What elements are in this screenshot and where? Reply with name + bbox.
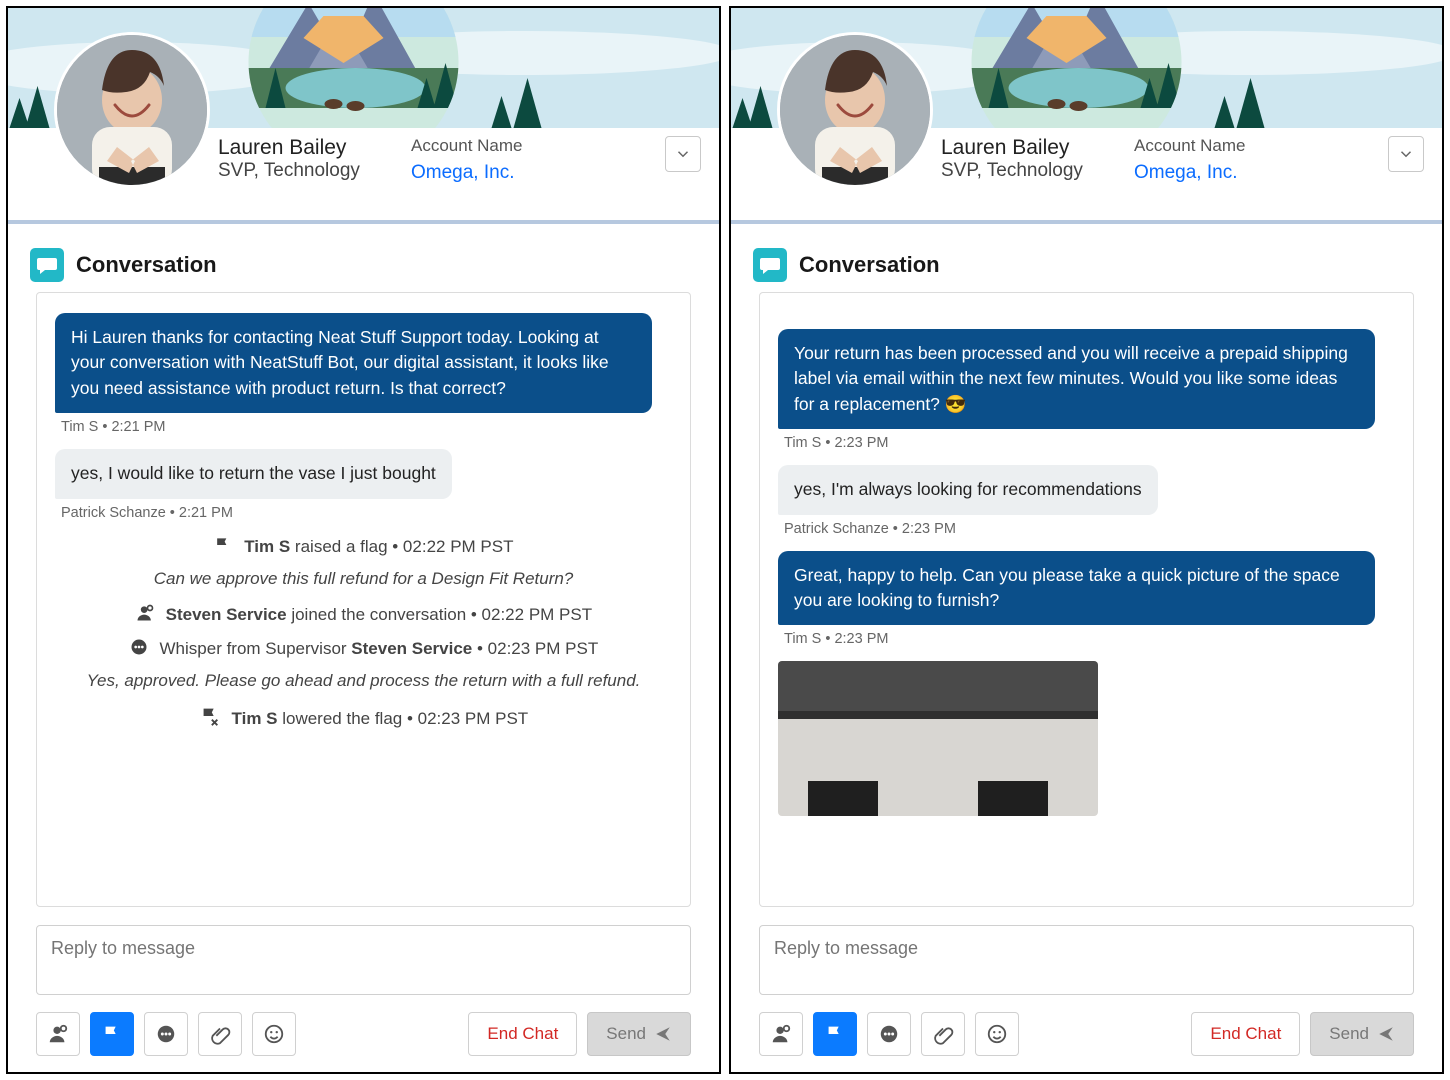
message-text: Hi Lauren thanks for contacting Neat Stu… bbox=[55, 313, 652, 413]
flag-icon bbox=[101, 1023, 123, 1045]
expand-button[interactable] bbox=[665, 136, 701, 172]
system-flag-lowered: Tim S lowered the flag • 02:23 PM PST bbox=[51, 705, 676, 729]
flag-button[interactable] bbox=[90, 1012, 134, 1056]
whisper-icon bbox=[155, 1023, 177, 1045]
agent-message: Your return has been processed and you w… bbox=[778, 329, 1395, 451]
emoji-icon bbox=[986, 1023, 1008, 1045]
flag-note: Can we approve this full refund for a De… bbox=[51, 569, 676, 589]
conversation-title: Conversation bbox=[76, 252, 217, 278]
whisper-button[interactable] bbox=[867, 1012, 911, 1056]
send-icon bbox=[654, 1025, 672, 1043]
user-join-icon bbox=[135, 603, 155, 623]
contact-avatar bbox=[54, 32, 210, 188]
user-transfer-icon bbox=[770, 1023, 792, 1045]
expand-button[interactable] bbox=[1388, 136, 1424, 172]
send-label: Send bbox=[1329, 1024, 1369, 1044]
message-text: yes, I'm always looking for recommendati… bbox=[778, 465, 1158, 514]
customer-message: yes, I'm always looking for recommendati… bbox=[778, 465, 1395, 536]
whisper-button[interactable] bbox=[144, 1012, 188, 1056]
flag-lowered-icon bbox=[199, 705, 221, 727]
chevron-down-icon bbox=[674, 145, 692, 163]
conversation-header: Conversation bbox=[731, 224, 1442, 292]
message-thread: Your return has been processed and you w… bbox=[759, 292, 1414, 907]
message-thread: Hi Lauren thanks for contacting Neat Stu… bbox=[36, 292, 691, 907]
message-meta: Tim S • 2:23 PM bbox=[784, 631, 1389, 647]
account-link[interactable]: Omega, Inc. bbox=[411, 162, 523, 184]
contact-title: SVP, Technology bbox=[218, 160, 393, 182]
emoji-icon bbox=[263, 1023, 285, 1045]
message-meta: Tim S • 2:21 PM bbox=[61, 419, 666, 435]
whisper-icon bbox=[129, 637, 149, 657]
message-composer bbox=[759, 925, 1414, 1000]
attached-image[interactable] bbox=[778, 661, 1098, 816]
end-chat-button[interactable]: End Chat bbox=[1191, 1012, 1300, 1056]
contact-title: SVP, Technology bbox=[941, 160, 1116, 182]
send-icon bbox=[1377, 1025, 1395, 1043]
emoji-button[interactable] bbox=[252, 1012, 296, 1056]
emoji-button[interactable] bbox=[975, 1012, 1019, 1056]
send-button[interactable]: Send bbox=[1310, 1012, 1414, 1056]
agent-message: Great, happy to help. Can you please tak… bbox=[778, 551, 1395, 648]
chat-panel-left: Lauren Bailey SVP, Technology Account Na… bbox=[6, 6, 721, 1074]
conversation-header: Conversation bbox=[8, 224, 719, 292]
conversation-icon bbox=[30, 248, 64, 282]
reply-input[interactable] bbox=[36, 925, 691, 995]
account-label: Account Name bbox=[411, 136, 523, 156]
attach-button[interactable] bbox=[198, 1012, 242, 1056]
send-button[interactable]: Send bbox=[587, 1012, 691, 1056]
agent-message: Hi Lauren thanks for contacting Neat Stu… bbox=[55, 313, 672, 435]
hero-banner bbox=[731, 8, 1442, 128]
attach-button[interactable] bbox=[921, 1012, 965, 1056]
conversation-icon bbox=[753, 248, 787, 282]
send-label: Send bbox=[606, 1024, 646, 1044]
contact-avatar bbox=[777, 32, 933, 188]
whisper-icon bbox=[878, 1023, 900, 1045]
message-text: Your return has been processed and you w… bbox=[778, 329, 1375, 429]
system-user-joined: Steven Service joined the conversation •… bbox=[51, 603, 676, 625]
contact-name: Lauren Bailey bbox=[941, 136, 1116, 160]
transfer-button[interactable] bbox=[36, 1012, 80, 1056]
user-transfer-icon bbox=[47, 1023, 69, 1045]
message-text: Great, happy to help. Can you please tak… bbox=[778, 551, 1375, 626]
system-whisper: Whisper from Supervisor Steven Service •… bbox=[51, 637, 676, 659]
customer-message: yes, I would like to return the vase I j… bbox=[55, 449, 672, 520]
whisper-note: Yes, approved. Please go ahead and proce… bbox=[51, 671, 676, 691]
conversation-title: Conversation bbox=[799, 252, 940, 278]
chevron-down-icon bbox=[1397, 145, 1415, 163]
account-link[interactable]: Omega, Inc. bbox=[1134, 162, 1246, 184]
paperclip-icon bbox=[932, 1023, 954, 1045]
flag-icon bbox=[213, 535, 233, 555]
message-composer bbox=[36, 925, 691, 1000]
composer-toolbar: End Chat Send bbox=[759, 1012, 1414, 1056]
reply-input[interactable] bbox=[759, 925, 1414, 995]
hero-banner bbox=[8, 8, 719, 128]
message-text: yes, I would like to return the vase I j… bbox=[55, 449, 452, 498]
flag-icon bbox=[824, 1023, 846, 1045]
paperclip-icon bbox=[209, 1023, 231, 1045]
system-flag-raised: Tim S raised a flag • 02:22 PM PST bbox=[51, 535, 676, 557]
transfer-button[interactable] bbox=[759, 1012, 803, 1056]
chat-panel-right: Lauren Bailey SVP, Technology Account Na… bbox=[729, 6, 1444, 1074]
flag-button[interactable] bbox=[813, 1012, 857, 1056]
message-meta: Patrick Schanze • 2:23 PM bbox=[784, 521, 1389, 537]
end-chat-button[interactable]: End Chat bbox=[468, 1012, 577, 1056]
composer-toolbar: End Chat Send bbox=[36, 1012, 691, 1056]
message-meta: Tim S • 2:23 PM bbox=[784, 435, 1389, 451]
message-meta: Patrick Schanze • 2:21 PM bbox=[61, 505, 666, 521]
account-label: Account Name bbox=[1134, 136, 1246, 156]
contact-name: Lauren Bailey bbox=[218, 136, 393, 160]
